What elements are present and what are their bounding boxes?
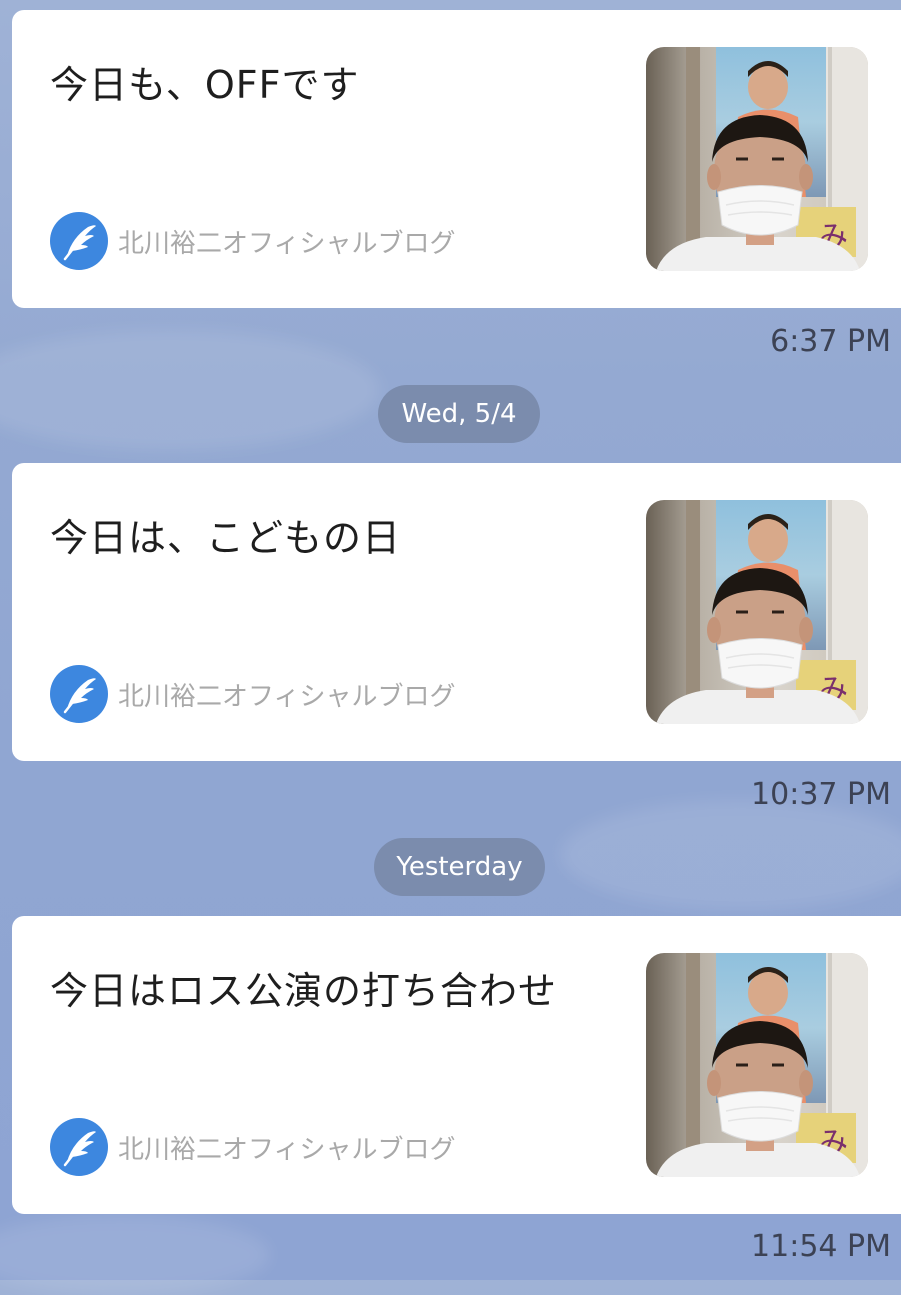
blog-thumbnail-image[interactable]	[646, 47, 868, 271]
blog-message-card[interactable]: 今日も、OFFです 北川裕二オフィシャルブログ	[12, 10, 901, 308]
message-timestamp: 11:54 PM	[751, 1229, 891, 1264]
message-title: 今日も、OFFです	[50, 63, 360, 107]
blog-message-card[interactable]: 今日は、こどもの日 北川裕二オフィシャルブログ	[12, 463, 901, 761]
message-title: 今日は、こどもの日	[50, 516, 402, 560]
feather-pen-icon	[50, 1118, 108, 1176]
source-name: 北川裕二オフィシャルブログ	[118, 681, 456, 712]
message-source: 北川裕二オフィシャルブログ	[50, 212, 455, 270]
message-source: 北川裕二オフィシャルブログ	[50, 1118, 455, 1176]
feather-pen-icon	[50, 212, 108, 270]
blog-message-card[interactable]: 今日はロス公演の打ち合わせ 北川裕二オフィシャルブログ	[12, 916, 901, 1214]
message-source: 北川裕二オフィシャルブログ	[50, 665, 455, 723]
source-name: 北川裕二オフィシャルブログ	[118, 228, 456, 259]
source-name: 北川裕二オフィシャルブログ	[118, 1134, 456, 1165]
blog-thumbnail-image[interactable]	[646, 953, 868, 1177]
date-separator: Yesterday	[374, 838, 545, 896]
feather-pen-icon	[50, 665, 108, 723]
message-title: 今日はロス公演の打ち合わせ	[50, 969, 558, 1013]
message-timestamp: 10:37 PM	[751, 777, 891, 812]
background-cloud	[0, 1215, 270, 1295]
background-cloud	[560, 800, 901, 910]
date-separator: Wed, 5/4	[378, 385, 540, 443]
message-timestamp: 6:37 PM	[770, 324, 891, 359]
background-cloud	[0, 330, 380, 450]
blog-thumbnail-image[interactable]	[646, 500, 868, 724]
